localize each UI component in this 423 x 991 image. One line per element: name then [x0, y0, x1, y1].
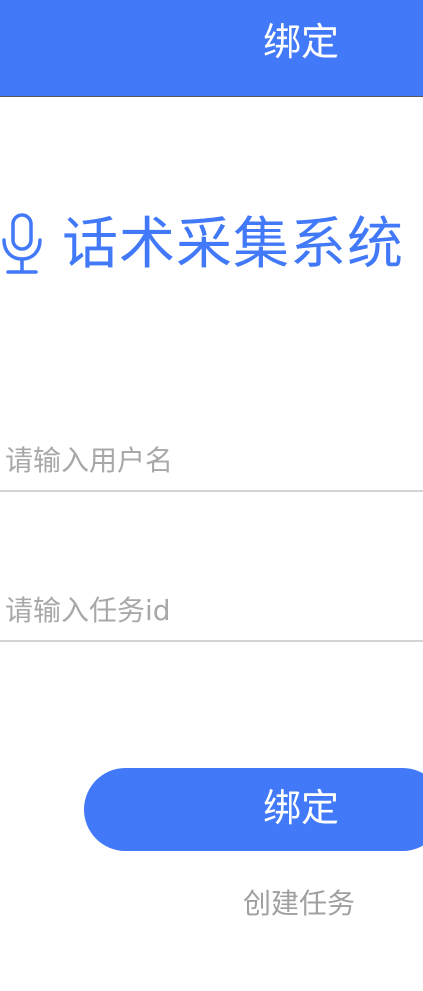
task-id-field[interactable]	[0, 582, 423, 642]
app-title: 话术采集系统	[62, 212, 404, 277]
app-bar: 绑定	[0, 0, 423, 97]
microphone-icon	[2, 213, 42, 274]
task-id-underline	[0, 640, 423, 642]
bind-button[interactable]: 绑定	[84, 768, 423, 851]
task-id-input[interactable]	[0, 582, 423, 638]
bind-button-label: 绑定	[263, 788, 340, 830]
username-underline	[0, 490, 423, 492]
app-bar-title: 绑定	[263, 20, 340, 64]
username-field[interactable]	[0, 432, 423, 492]
username-input[interactable]	[0, 432, 423, 488]
create-task-link[interactable]: 创建任务	[243, 884, 355, 924]
